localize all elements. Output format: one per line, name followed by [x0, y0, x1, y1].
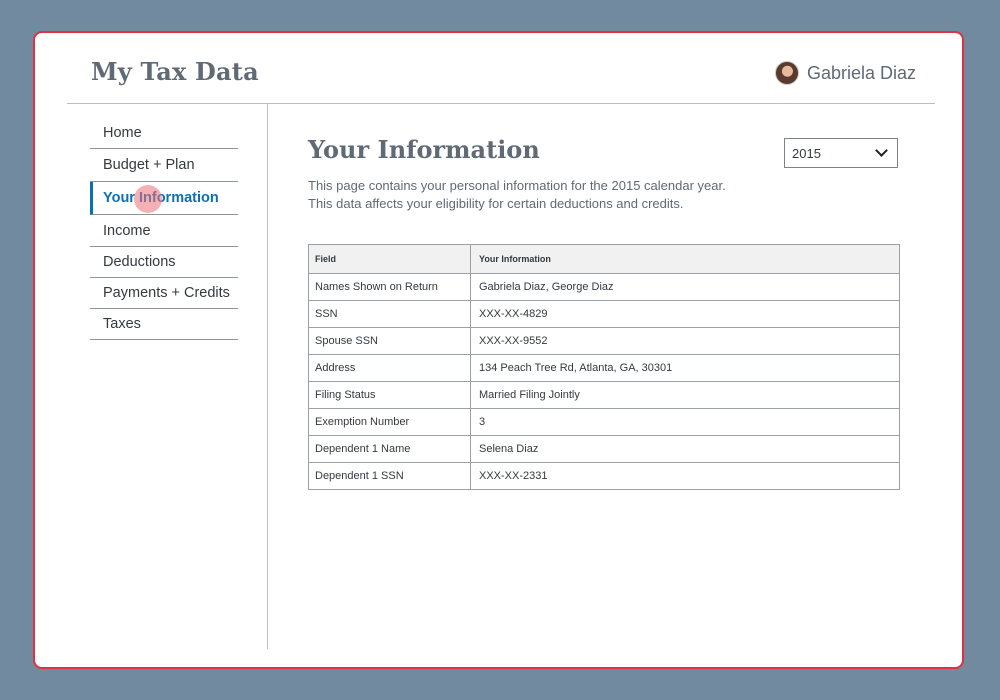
sidebar-item-label: Your Information [103, 190, 219, 206]
table-header-row: Field Your Information [308, 244, 900, 274]
description-line: This page contains your personal informa… [308, 178, 726, 193]
header-divider [67, 103, 935, 104]
field-cell: Exemption Number [308, 408, 471, 436]
sidebar-item-label: Home [103, 125, 142, 141]
table-row: Dependent 1 SSN XXX-XX-2331 [308, 462, 900, 490]
value-cell: Married Filing Jointly [470, 381, 900, 409]
value-cell: XXX-XX-4829 [470, 300, 900, 328]
value-cell: XXX-XX-2331 [470, 462, 900, 490]
app-window: My Tax Data Gabriela Diaz Home Budget + … [33, 31, 964, 669]
table-row: SSN XXX-XX-4829 [308, 300, 900, 328]
sidebar-item-income[interactable]: Income [90, 215, 238, 247]
chevron-down-icon [875, 144, 888, 157]
user-avatar-icon [774, 61, 799, 85]
sidebar-nav: Home Budget + Plan Your Information Inco… [90, 117, 238, 340]
table-row: Dependent 1 Name Selena Diaz [308, 435, 900, 463]
sidebar-item-label: Income [103, 223, 151, 239]
field-cell: SSN [308, 300, 471, 328]
user-name: Gabriela Diaz [806, 62, 916, 83]
field-cell: Address [308, 354, 471, 382]
information-table: Field Your Information Names Shown on Re… [308, 244, 900, 490]
sidebar-divider [267, 104, 268, 649]
field-cell: Dependent 1 Name [308, 435, 471, 463]
field-cell: Names Shown on Return [308, 273, 471, 301]
field-cell: Filing Status [308, 381, 471, 409]
sidebar-item-label: Budget + Plan [103, 157, 195, 173]
value-cell: Selena Diaz [470, 435, 900, 463]
value-cell: Gabriela Diaz, George Diaz [470, 273, 900, 301]
sidebar-item-label: Payments + Credits [103, 285, 230, 301]
value-cell: 134 Peach Tree Rd, Atlanta, GA, 30301 [470, 354, 900, 382]
value-cell: XXX-XX-9552 [470, 327, 900, 355]
sidebar-item-taxes[interactable]: Taxes [90, 309, 238, 340]
value-cell: 3 [470, 408, 900, 436]
table-row: Names Shown on Return Gabriela Diaz, Geo… [308, 273, 900, 301]
year-select[interactable]: 2015 [784, 138, 898, 168]
sidebar-item-deductions[interactable]: Deductions [90, 247, 238, 278]
page-description: This page contains your personal informa… [308, 177, 828, 213]
sidebar-item-home[interactable]: Home [90, 117, 238, 149]
table-row: Spouse SSN XXX-XX-9552 [308, 327, 900, 355]
column-header-your-information: Your Information [470, 244, 900, 274]
page-title: Your Information [308, 135, 540, 164]
sidebar-item-budget-plan[interactable]: Budget + Plan [90, 149, 238, 182]
table-row: Exemption Number 3 [308, 408, 900, 436]
sidebar-item-label: Taxes [103, 316, 141, 332]
sidebar-item-your-information[interactable]: Your Information [90, 182, 238, 215]
field-cell: Dependent 1 SSN [308, 462, 471, 490]
app-title: My Tax Data [91, 57, 259, 86]
year-select-value: 2015 [792, 145, 821, 161]
description-line: This data affects your eligibility for c… [308, 196, 684, 211]
field-cell: Spouse SSN [308, 327, 471, 355]
column-header-field: Field [308, 244, 471, 274]
table-row: Filing Status Married Filing Jointly [308, 381, 900, 409]
sidebar-item-payments-credits[interactable]: Payments + Credits [90, 278, 238, 309]
user-menu[interactable]: Gabriela Diaz [774, 61, 916, 85]
sidebar-item-label: Deductions [103, 254, 176, 270]
table-row: Address 134 Peach Tree Rd, Atlanta, GA, … [308, 354, 900, 382]
